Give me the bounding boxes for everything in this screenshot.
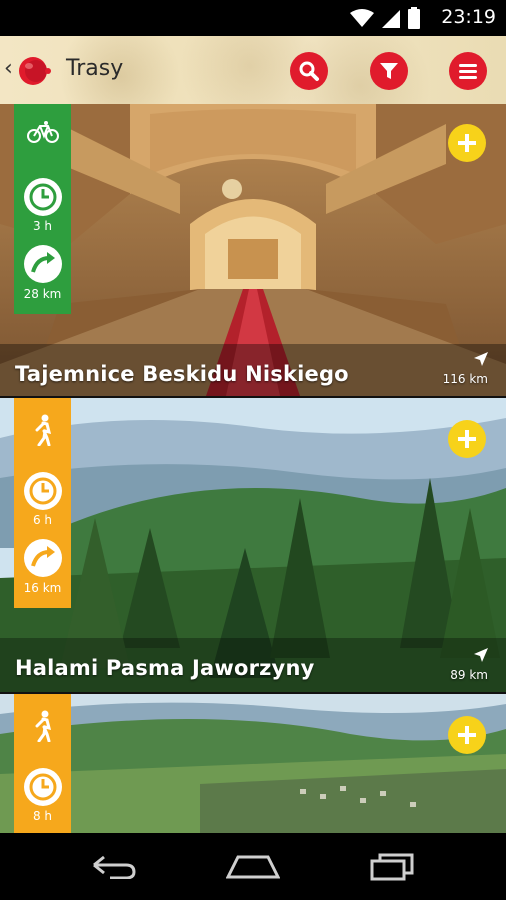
route-duration: 3 h [32, 219, 53, 233]
add-route-button[interactable] [448, 420, 486, 458]
menu-button[interactable] [449, 52, 487, 90]
battery-icon [408, 7, 420, 29]
route-info-badge: 6 h 16 km [14, 398, 71, 608]
search-icon [299, 61, 319, 81]
route-length-icon [14, 244, 71, 284]
route-photo [0, 398, 506, 692]
app-logo-icon[interactable] [16, 51, 54, 89]
back-nav-icon[interactable] [90, 855, 138, 879]
route-duration: 6 h [32, 513, 53, 527]
route-card[interactable]: 3 h 28 km Tajemnice Beskidu Niskiego 116… [0, 104, 506, 396]
route-title: Tajemnice Beskidu Niskiego [15, 362, 349, 386]
filter-icon [380, 63, 398, 79]
route-photo [0, 694, 506, 833]
route-distance: 116 km [443, 352, 488, 386]
app-bar: ‹ Trasy [0, 36, 506, 104]
status-time: 23:19 [441, 6, 496, 28]
status-bar: 23:19 [0, 0, 506, 36]
back-icon[interactable]: ‹ [4, 56, 13, 81]
clock-icon [14, 471, 71, 511]
route-length: 16 km [23, 581, 62, 595]
page-title: Trasy [66, 56, 124, 81]
bike-icon [14, 120, 71, 144]
hiking-icon [14, 414, 71, 446]
route-info-badge: 3 h 28 km [14, 104, 71, 314]
navigation-arrow-icon [474, 352, 488, 366]
plus-icon [458, 134, 476, 152]
recent-apps-icon[interactable] [370, 853, 414, 881]
route-card[interactable]: 8 h [0, 694, 506, 833]
route-card[interactable]: 6 h 16 km Halami Pasma Jaworzyny 89 km [0, 398, 506, 692]
signal-icon [382, 10, 400, 28]
system-nav-bar [0, 833, 506, 900]
route-length: 28 km [23, 287, 62, 301]
hiking-icon [14, 710, 71, 742]
add-route-button[interactable] [448, 716, 486, 754]
add-route-button[interactable] [448, 124, 486, 162]
navigation-arrow-icon [474, 648, 488, 662]
route-info-badge: 8 h [14, 694, 71, 833]
route-photo [0, 104, 506, 396]
filter-button[interactable] [370, 52, 408, 90]
route-title: Halami Pasma Jaworzyny [15, 656, 315, 680]
clock-icon [14, 767, 71, 807]
route-duration: 8 h [32, 809, 53, 823]
wifi-icon [350, 9, 374, 27]
route-distance: 89 km [450, 648, 488, 682]
route-length-icon [14, 538, 71, 578]
menu-icon [459, 64, 477, 79]
plus-icon [458, 430, 476, 448]
search-button[interactable] [290, 52, 328, 90]
home-nav-icon[interactable] [226, 855, 280, 879]
clock-icon [14, 177, 71, 217]
plus-icon [458, 726, 476, 744]
